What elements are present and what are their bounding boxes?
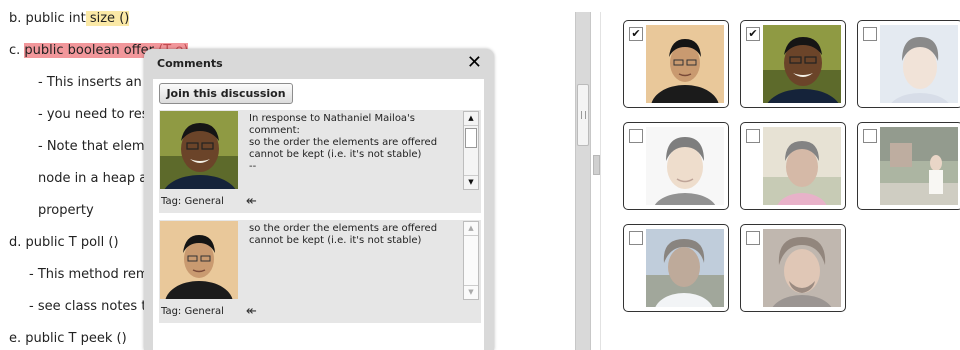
person-photo — [880, 25, 958, 103]
photo-tile[interactable] — [740, 122, 846, 210]
photo-checkbox[interactable]: ✔ — [746, 27, 760, 41]
join-discussion-button[interactable]: Join this discussion — [159, 83, 293, 104]
yellow-highlight[interactable]: size () — [85, 11, 130, 26]
comment-tag: Tag: General — [161, 196, 224, 207]
doc-line-size: b. public int size () — [9, 11, 130, 26]
person-photo — [646, 229, 724, 307]
doc-line: - Note that elemer — [38, 139, 158, 154]
grip-lines-icon — [581, 111, 586, 119]
photo-checkbox[interactable] — [629, 129, 643, 143]
comment-scrollbar[interactable]: ▲ ▼ — [463, 111, 479, 190]
photo-checkbox[interactable] — [629, 231, 643, 245]
scroll-up-icon[interactable]: ▲ — [464, 112, 478, 126]
avatar — [160, 221, 238, 299]
photo-tile[interactable] — [857, 122, 960, 210]
photo-checkbox[interactable]: ✔ — [629, 27, 643, 41]
comments-body: Join this discussion In response to Nath… — [153, 79, 484, 350]
scroll-down-icon[interactable]: ▼ — [464, 285, 478, 299]
reply-all-icon[interactable]: ↞ — [246, 194, 257, 209]
person-photo — [646, 127, 724, 205]
comment-tag: Tag: General — [161, 306, 224, 317]
doc-line: d. public T poll () — [9, 235, 119, 250]
person-photo — [763, 127, 841, 205]
scroll-down-icon[interactable]: ▼ — [464, 175, 478, 189]
person-photo — [763, 229, 841, 307]
reply-all-icon[interactable]: ↞ — [246, 304, 257, 319]
splitter-grip[interactable] — [577, 84, 589, 146]
photo-tile[interactable] — [623, 224, 729, 312]
close-icon[interactable]: ✕ — [467, 52, 482, 73]
highlight-text: public boolean offer — [24, 43, 155, 58]
photo-tile[interactable] — [623, 122, 729, 210]
vertical-splitter[interactable] — [575, 12, 591, 350]
scroll-thumb[interactable] — [465, 128, 477, 148]
photo-tile[interactable] — [857, 20, 960, 108]
doc-line: e. public T peek () — [9, 331, 127, 346]
person-photo — [763, 25, 841, 103]
photo-checkbox[interactable] — [863, 129, 877, 143]
doc-line: - This method rem — [29, 267, 149, 282]
photo-tile[interactable]: ✔ — [740, 20, 846, 108]
person-photo — [646, 25, 724, 103]
comment-scrollbar[interactable]: ▲ ▼ — [463, 221, 479, 300]
person-photo — [880, 127, 958, 205]
doc-line: node in a heap a — [38, 171, 148, 186]
doc-line: - you need to resiz — [38, 107, 159, 122]
doc-line: - see class notes t — [29, 299, 147, 314]
doc-line-text: c. — [9, 43, 25, 58]
doc-line: - This inserts an el — [38, 75, 158, 90]
comment-item: so the order the elements are offered ca… — [159, 220, 481, 323]
photo-tile[interactable] — [740, 224, 846, 312]
photo-checkbox[interactable] — [863, 27, 877, 41]
avatar — [160, 111, 238, 189]
doc-line: property — [38, 203, 94, 218]
scroll-up-icon[interactable]: ▲ — [464, 222, 478, 236]
photo-tile[interactable]: ✔ — [623, 20, 729, 108]
photo-checkbox[interactable] — [746, 231, 760, 245]
comments-popup: Comments ✕ Join this discussion In respo… — [144, 49, 494, 350]
comment-text: In response to Nathaniel Mailoa's commen… — [249, 113, 438, 172]
panel-resize-tab[interactable] — [593, 155, 600, 175]
comment-text: so the order the elements are offered ca… — [249, 223, 438, 246]
divider — [600, 12, 601, 350]
popup-title: Comments — [157, 57, 223, 70]
doc-line-text: b. public int — [9, 11, 86, 26]
photo-checkbox[interactable] — [746, 129, 760, 143]
comment-item: In response to Nathaniel Mailoa's commen… — [159, 110, 481, 213]
